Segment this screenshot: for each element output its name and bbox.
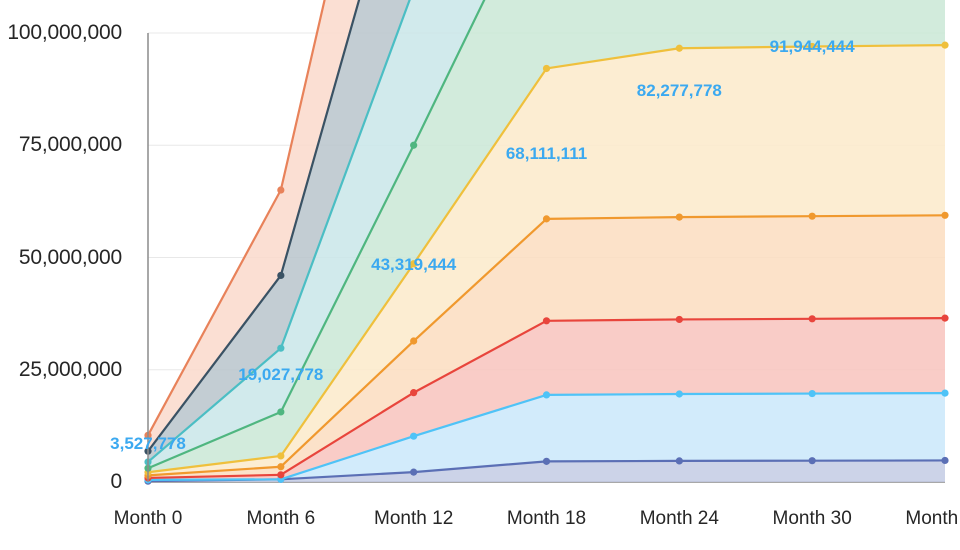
data-point-label: 91,944,444 bbox=[769, 37, 855, 57]
x-axis-tick-label: Month 36 bbox=[905, 508, 960, 529]
x-axis-tick-label: Month 18 bbox=[506, 508, 587, 529]
data-point-label: 19,027,778 bbox=[238, 364, 324, 384]
data-point-label: 43,319,444 bbox=[371, 255, 457, 275]
data-point-label: 82,277,778 bbox=[636, 80, 722, 100]
stacked-area-chart: 100,000,000 75,000,000 50,000,000 25,000,00… bbox=[0, 0, 960, 550]
x-axis-tick-label: Month 6 bbox=[246, 508, 316, 529]
data-point-label: 3,527,778 bbox=[110, 434, 186, 454]
x-axis-tick-label: Month 30 bbox=[772, 508, 852, 529]
x-axis-tick-label: Month 12 bbox=[374, 508, 454, 529]
data-point-label: 68,111,111 bbox=[505, 144, 588, 164]
x-axis-tick-label: Month 0 bbox=[113, 508, 183, 529]
x-axis-tick-label: Month 24 bbox=[639, 508, 719, 529]
x-axis: Month 0 Month 6 Month 12 Month 18 Month 24 Mo… bbox=[0, 0, 960, 550]
